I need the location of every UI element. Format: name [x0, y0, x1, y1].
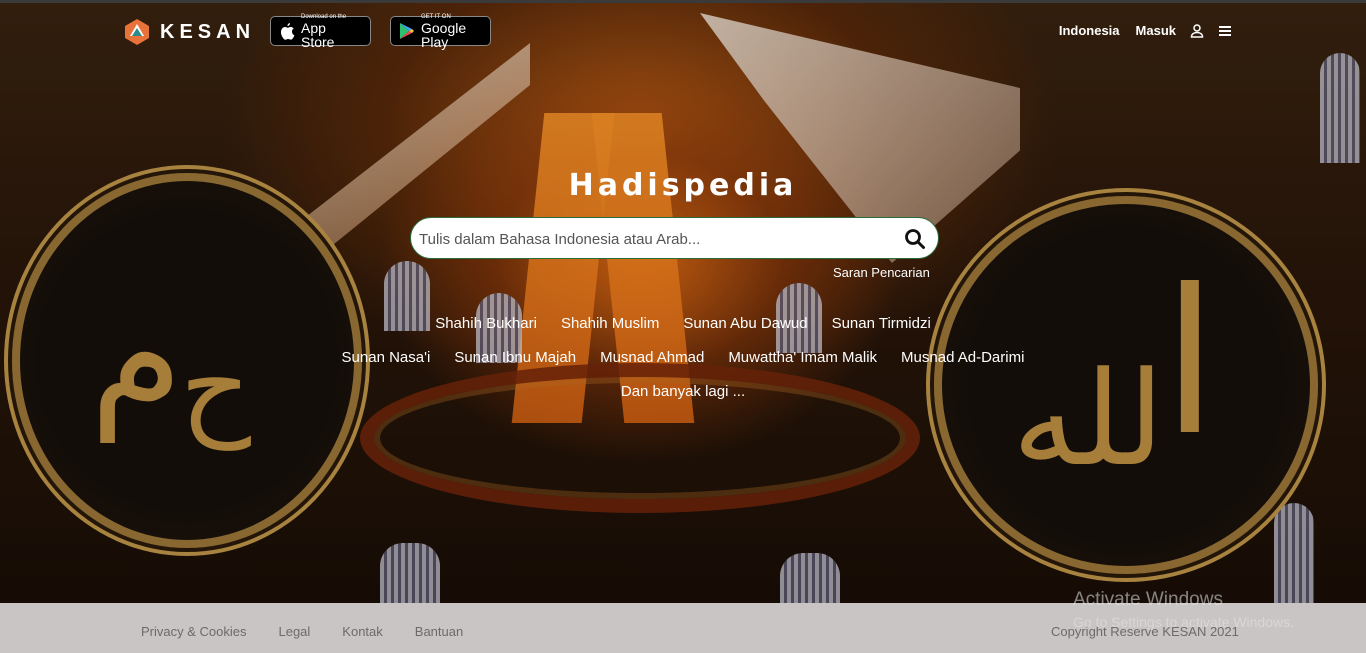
search-icon[interactable]: [904, 228, 926, 250]
google-play-icon: [399, 22, 415, 40]
collection-link[interactable]: Sunan Nasa'i: [342, 349, 431, 366]
hadith-collections: Shahih Bukhari Shahih Muslim Sunan Abu D…: [0, 306, 1366, 408]
site-header: KESAN Download on the App Store GET IT O…: [0, 3, 1366, 59]
collection-link[interactable]: Sunan Ibnu Majah: [454, 349, 576, 366]
footer-link-privacy[interactable]: Privacy & Cookies: [141, 624, 246, 639]
login-link[interactable]: Masuk: [1136, 23, 1176, 38]
language-selector[interactable]: Indonesia: [1059, 23, 1120, 38]
page-title: Hadispedia: [568, 168, 798, 203]
kesan-logo-icon: [125, 19, 149, 45]
footer-link-help[interactable]: Bantuan: [415, 624, 463, 639]
footer-link-contact[interactable]: Kontak: [342, 624, 382, 639]
kesan-logo[interactable]: KESAN: [124, 18, 255, 46]
footer-link-legal[interactable]: Legal: [278, 624, 310, 639]
brand-name: KESAN: [160, 20, 256, 43]
app-store-big-text: App Store: [301, 19, 335, 50]
collection-link[interactable]: Shahih Bukhari: [435, 315, 537, 332]
collections-row: Shahih Bukhari Shahih Muslim Sunan Abu D…: [0, 306, 1366, 340]
background-overlay: [0, 3, 1366, 603]
header-nav: Indonesia Masuk: [1043, 23, 1232, 38]
collection-link[interactable]: Muwattha' Imam Malik: [728, 349, 877, 366]
search-bar: [410, 217, 939, 259]
collection-link[interactable]: Shahih Muslim: [561, 315, 659, 332]
collections-row: Dan banyak lagi ...: [0, 374, 1366, 408]
user-icon[interactable]: [1190, 23, 1204, 38]
hero-background-image: م ح ا لله: [0, 3, 1366, 603]
collection-link[interactable]: Sunan Tirmidzi: [832, 315, 931, 332]
activate-windows-title: Activate Windows: [1073, 589, 1223, 610]
google-play-button[interactable]: GET IT ON Google Play: [390, 14, 491, 50]
footer-links: Privacy & Cookies Legal Kontak Bantuan: [141, 624, 495, 639]
hamburger-menu-icon[interactable]: [1218, 25, 1232, 37]
more-collections-link[interactable]: Dan banyak lagi ...: [621, 383, 745, 400]
collection-link[interactable]: Sunan Abu Dawud: [683, 315, 807, 332]
collection-link[interactable]: Musnad Ad-Darimi: [901, 349, 1024, 366]
collection-link[interactable]: Musnad Ahmad: [600, 349, 704, 366]
google-play-big-text: Google Play: [421, 19, 467, 50]
collections-row: Sunan Nasa'i Sunan Ibnu Majah Musnad Ahm…: [0, 340, 1366, 374]
apple-icon: [279, 22, 295, 40]
search-input[interactable]: [419, 226, 889, 252]
search-suggestion-link[interactable]: Saran Pencarian: [833, 265, 930, 280]
activate-windows-subtitle: Go to Settings to activate Windows.: [1073, 614, 1294, 630]
app-store-button[interactable]: Download on the App Store: [270, 14, 371, 50]
